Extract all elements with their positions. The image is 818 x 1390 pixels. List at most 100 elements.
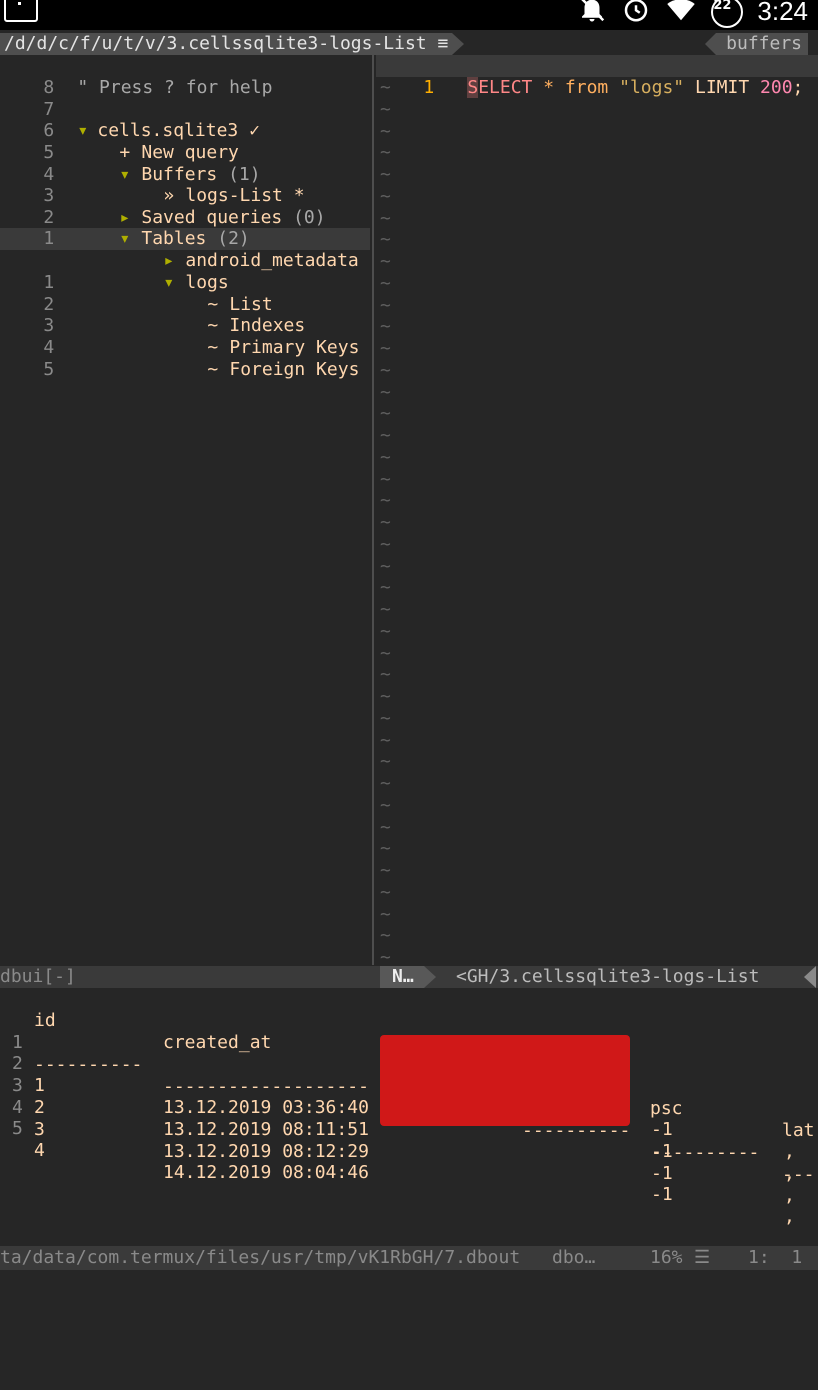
cell-created-at: 13.12.2019 08:11:51 [163, 1119, 369, 1140]
column-header-psc: psc [650, 1098, 683, 1119]
cell-created-at: 14.12.2019 08:04:46 [163, 1162, 369, 1183]
cell-lat: , [784, 1185, 795, 1206]
drawer-empty-line: 7 [0, 77, 54, 120]
data-saver-icon: 22 [711, 0, 744, 28]
lines-icon: ≡ [437, 33, 449, 54]
tilde-marker: ~ [380, 98, 391, 120]
cell-psc: -1 [651, 1141, 673, 1162]
line-number: 1 [423, 77, 435, 98]
tilde-marker: ~ [380, 816, 391, 838]
tree-item-foreign-keys[interactable]: 5 ~ Foreign Keys [0, 337, 359, 380]
results-separator-row: 1 ---------- ------------------- -------… [0, 1010, 815, 1185]
cell-id: 4 [34, 1140, 45, 1161]
tilde-marker: ~ [380, 185, 391, 207]
tilde-marker: ~ [380, 773, 391, 794]
bell-off-icon [577, 0, 607, 29]
tree-item-logs-list-buffer[interactable]: 3» logs-List * [0, 163, 304, 206]
tilde-marker: ~ [380, 403, 391, 425]
helper-label: Foreign Keys [229, 359, 360, 380]
tilde-marker: ~ [380, 707, 391, 729]
tab-active[interactable]: /d/d/c/f/u/t/v/3.cellssqlite3-logs-List … [0, 33, 465, 55]
table-row[interactable]: 4 3 13.12.2019 08:12:29 -1 , [0, 1075, 795, 1206]
tilde-marker: ~ [380, 294, 391, 316]
cell-lat: , [784, 1141, 795, 1162]
powerline-arrow-icon [798, 966, 818, 988]
window-status-line: dbui[-] N… <GH/3.cellssqlite3-logs-List [0, 966, 818, 988]
vim-mode-indicator: N… [380, 966, 436, 988]
redaction-box [380, 1035, 630, 1126]
cell-lat: , [784, 1206, 795, 1227]
cell-psc: -1 [651, 1184, 673, 1205]
tree-item-database[interactable]: 6 ▾ cells.sqlite3 ✓ [0, 98, 260, 141]
lines-icon: ☰ [694, 1247, 711, 1268]
clock: 3:24 [757, 0, 808, 26]
tilde-marker: ~ [380, 142, 391, 164]
tilde-marker: ~ [380, 838, 391, 860]
cell-psc: -1 [651, 1119, 673, 1140]
sql-keyword-limit: LIMIT [695, 77, 750, 98]
results-file-path: ta/data/com.termux/files/usr/tmp/vK1RbGH… [0, 1247, 521, 1268]
cell-lat: , [784, 1163, 795, 1184]
saved-queries-count: (0) [293, 207, 326, 228]
tilde-marker: ~ [380, 620, 391, 642]
editor-line-1[interactable]: 1 SELECT * from "logs" LIMIT 200; [380, 55, 803, 98]
filetype: dbo… [552, 1247, 596, 1268]
tilde-marker: ~ [380, 512, 391, 533]
tilde-marker: ~ [380, 207, 391, 229]
tree-item-saved-queries[interactable]: 2 ▸ Saved queries (0) [0, 185, 325, 228]
vertical-split-divider[interactable] [372, 55, 374, 965]
column-header-lat: lat [782, 1120, 815, 1141]
drawer-help-line: 8 " Press ? for help [0, 55, 272, 98]
table-row[interactable]: 3 2 13.12.2019 08:11:51 -1 , [0, 1053, 795, 1184]
results-header-row: id created_at lac cid psc lat [0, 988, 815, 1141]
tree-item-new-query[interactable]: 5 + New query [0, 120, 239, 163]
drawer-buffer-name: dbui[-] [0, 966, 76, 987]
tilde-marker: ~ [380, 490, 391, 512]
tree-item-buffers[interactable]: 4 ▾ Buffers (1) [0, 142, 260, 185]
tilde-marker: ~ [380, 272, 391, 294]
sql-semicolon: ; [792, 77, 804, 98]
android-status-bar: 22 3:24 [0, 0, 818, 30]
tree-item-primary-keys[interactable]: 4 ~ Primary Keys [0, 315, 359, 358]
vim-tabline: /d/d/c/f/u/t/v/3.cellssqlite3-logs-List … [0, 33, 818, 55]
tree-item-list[interactable]: 2 ~ List [0, 272, 272, 315]
tree-item-indexes[interactable]: 3 ~ Indexes [0, 293, 305, 336]
cell-psc: -1 [651, 1163, 673, 1184]
tilde-marker: ~ [380, 468, 391, 490]
tree-item-logs-table[interactable]: 1 ▾ logs [0, 250, 228, 293]
scroll-percent: 16% [650, 1247, 683, 1268]
tilde-marker: ~ [380, 77, 391, 98]
tilde-marker: ~ [380, 555, 391, 577]
tilde-marker: ~ [380, 164, 391, 185]
separator-cell: ------------------- [163, 1076, 369, 1097]
tilde-marker: ~ [380, 881, 391, 903]
line-number: 5 [43, 359, 55, 380]
text-cursor: S [467, 77, 479, 98]
tree-item-android-metadata[interactable]: ▸ android_metadata [0, 228, 358, 271]
tilde-marker: ~ [380, 120, 391, 142]
table-row[interactable]: 5 4 14.12.2019 08:04:46 -1 , [0, 1096, 795, 1227]
buffers-label[interactable]: buffers [705, 33, 808, 55]
sql-limit-value: 200 [760, 77, 793, 98]
tilde-marker: ~ [380, 794, 391, 816]
tilde-marker: ~ [380, 359, 391, 381]
tilde-marker: ~ [380, 599, 391, 620]
tilde-marker: ~ [380, 903, 391, 925]
tilde-marker: ~ [380, 251, 391, 272]
cell-created-at: 13.12.2019 03:36:40 [163, 1097, 369, 1118]
tilde-marker: ~ [380, 577, 391, 599]
tilde-marker: ~ [380, 925, 391, 947]
tilde-marker: ~ [380, 425, 391, 446]
table-row[interactable]: 2 1 13.12.2019 03:36:40 -1 , [0, 1031, 795, 1162]
tilde-marker: ~ [380, 729, 391, 751]
editor-file-name: <GH/3.cellssqlite3-logs-List [456, 966, 760, 987]
helper-icon: ~ [207, 359, 219, 380]
tilde-marker: ~ [380, 338, 391, 359]
alarm-icon [621, 0, 651, 29]
sql-keyword-select: ELECT [478, 77, 533, 98]
tilde-marker: ~ [380, 381, 391, 403]
sql-star: * [543, 77, 555, 98]
terminal-app-icon [4, 0, 38, 22]
separator-cell: ---------- [34, 1054, 143, 1075]
tree-item-tables[interactable]: 1 ▾ Tables (2) [0, 206, 249, 249]
